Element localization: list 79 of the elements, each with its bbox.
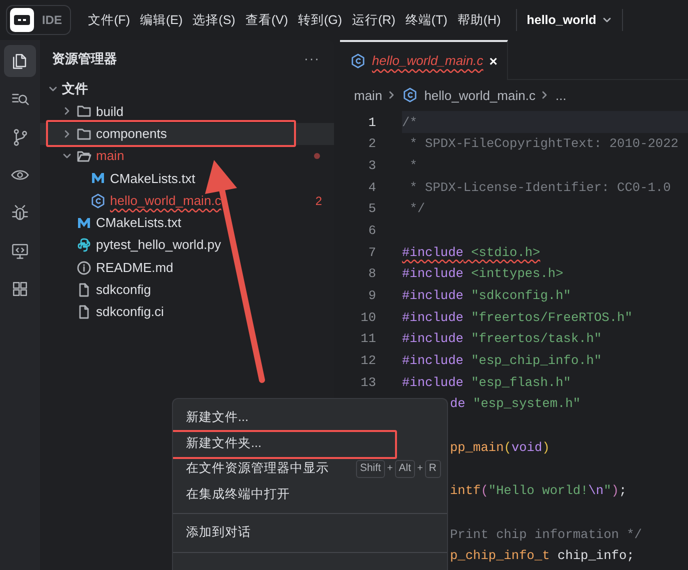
code-line: #include "esp_chip_info.h" bbox=[402, 352, 602, 370]
line-number: 12 bbox=[360, 352, 376, 370]
code-line: #include <inttypes.h> bbox=[402, 265, 564, 284]
code-line: #include "sdkconfig.h" bbox=[402, 287, 571, 305]
tree-item[interactable]: main bbox=[40, 144, 334, 168]
line-number: 3 bbox=[367, 156, 376, 175]
line-number: 10 bbox=[360, 308, 376, 327]
logo-badge[interactable]: IDE bbox=[6, 5, 72, 35]
activity-button[interactable] bbox=[4, 45, 36, 77]
line-number: 7 bbox=[367, 244, 376, 262]
tree-item[interactable]: pytest_hello_world.py bbox=[40, 234, 334, 256]
breadcrumb-item[interactable]: hello_world_main.c bbox=[424, 86, 536, 105]
code-line: */ bbox=[408, 200, 426, 218]
line-number: 8 bbox=[367, 265, 376, 284]
chevron-right-icon bbox=[62, 128, 72, 139]
menu-item[interactable]: 新建文件... bbox=[173, 405, 447, 430]
line-number: 9 bbox=[367, 287, 376, 305]
line-number: 6 bbox=[367, 222, 376, 240]
editor-tab[interactable]: hello_world_main.c × bbox=[340, 40, 508, 80]
keyboard-shortcut: Shift + Alt + R bbox=[356, 460, 440, 478]
hexagon-c-icon bbox=[402, 87, 418, 104]
more-button[interactable]: ··· bbox=[300, 49, 324, 69]
panel-title: 资源管理器 bbox=[52, 50, 117, 68]
logo-text: IDE bbox=[42, 12, 62, 29]
line-number: 5 bbox=[367, 200, 376, 218]
menu-item[interactable]: 运行(R) bbox=[347, 10, 400, 30]
tree-item[interactable]: sdkconfig.ci bbox=[40, 300, 334, 324]
line-number: 11 bbox=[360, 330, 376, 348]
breadcrumb-item[interactable]: main bbox=[354, 86, 382, 105]
tree-item[interactable]: sdkconfig bbox=[40, 278, 334, 301]
hexagon-c-icon bbox=[90, 192, 106, 209]
info-icon bbox=[76, 260, 92, 276]
code-line: de "esp_system.h" bbox=[450, 395, 581, 414]
menu-item[interactable]: 帮助(H) bbox=[452, 10, 506, 30]
menu-item[interactable]: 编辑(E) bbox=[134, 10, 188, 30]
tree-item[interactable]: CMakeLists.txt bbox=[40, 167, 334, 190]
tree-item[interactable]: build bbox=[40, 100, 334, 123]
code-line: #include "freertos/FreeRTOS.h" bbox=[402, 308, 632, 327]
logo-icon bbox=[13, 14, 31, 26]
code-line: Print chip information */ bbox=[450, 526, 642, 544]
folder-icon bbox=[76, 103, 92, 120]
tree-item[interactable]: README.md bbox=[40, 256, 334, 279]
code-line: intf("Hello world!\n"); bbox=[450, 482, 627, 500]
python-icon bbox=[76, 237, 92, 254]
chevron-right-icon bbox=[62, 106, 72, 116]
caret-icon bbox=[602, 15, 612, 25]
menu-item[interactable]: 在集成终端中打开 bbox=[173, 482, 447, 507]
chevron-right-icon bbox=[388, 90, 396, 100]
hexagon-c-icon bbox=[350, 53, 366, 69]
breadcrumb-more[interactable]: ... bbox=[555, 86, 566, 105]
tree-item[interactable]: CMakeLists.txt bbox=[40, 212, 334, 234]
menu-item[interactable]: 添加到对话 bbox=[173, 520, 447, 546]
menu-item[interactable]: 新建文件夹... bbox=[173, 430, 447, 456]
code-line: #include "esp_flash.h" bbox=[402, 374, 571, 392]
menu-item[interactable]: 在文件资源管理器中显示 Shift + Alt + R bbox=[173, 456, 447, 482]
line-number: 2 bbox=[367, 135, 376, 154]
problem-count: 2 bbox=[315, 192, 322, 210]
line-number: 13 bbox=[360, 374, 376, 392]
tree-item[interactable]: components bbox=[40, 122, 334, 145]
tree-item[interactable]: hello_world_main.c 2 bbox=[40, 189, 334, 212]
menu-item[interactable]: 转到(G) bbox=[293, 10, 348, 30]
code-line: #include <stdio.h> bbox=[402, 244, 540, 262]
close-button[interactable]: × bbox=[489, 50, 498, 72]
menu-item[interactable]: 终端(T) bbox=[400, 10, 452, 30]
menu-item[interactable]: 查看(V) bbox=[240, 10, 293, 30]
menu-item[interactable]: 选择(S) bbox=[188, 10, 240, 30]
code-line: * SPDX-License-Identifier: CC0-1.0 bbox=[408, 178, 671, 197]
code-line: * bbox=[408, 156, 418, 175]
chevron-right-icon bbox=[541, 90, 550, 100]
current-code-line: /* bbox=[402, 114, 418, 132]
code-line: #include "freertos/task.h" bbox=[402, 330, 602, 348]
code-line: * SPDX-FileCopyrightText: 2010-2022 bbox=[408, 135, 678, 154]
line-number: 1 bbox=[367, 114, 376, 132]
tree-item[interactable]: 文件 bbox=[40, 78, 334, 100]
code-line: pp_main(void) bbox=[450, 438, 550, 457]
menu-item[interactable]: 文件(F) bbox=[83, 10, 135, 30]
line-number: 4 bbox=[367, 178, 376, 197]
project-dropdown[interactable]: hello_world bbox=[516, 9, 624, 31]
code-line: p_chip_info_t chip_info; bbox=[450, 547, 634, 566]
